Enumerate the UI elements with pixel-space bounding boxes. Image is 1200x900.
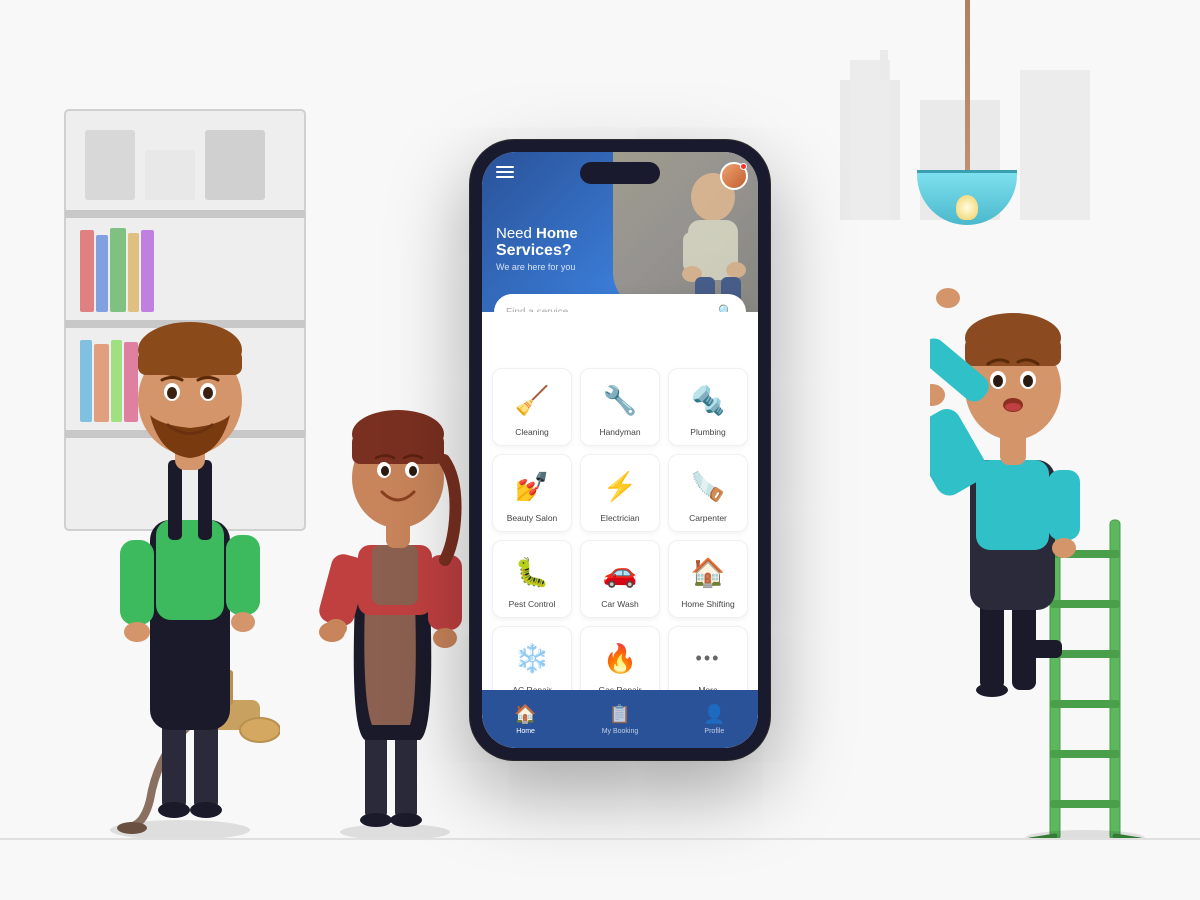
plumbing-icon: 🔩 bbox=[687, 379, 729, 421]
beauty-label: Beauty Salon bbox=[507, 513, 558, 523]
service-card-cleaning[interactable]: 🧹 Cleaning bbox=[492, 368, 572, 446]
plumbing-label: Plumbing bbox=[690, 427, 725, 437]
menu-bar-2 bbox=[496, 171, 514, 173]
search-bar[interactable]: Find a service 🔍 bbox=[494, 294, 746, 312]
service-card-shifting[interactable]: 🏠 Home Shifting bbox=[668, 540, 748, 618]
carwash-label: Car Wash bbox=[601, 599, 638, 609]
cleaning-icon: 🧹 bbox=[511, 379, 553, 421]
electrician-label: Electrician bbox=[600, 513, 639, 523]
pest-icon: 🐛 bbox=[511, 551, 553, 593]
service-card-carpenter[interactable]: 🪚 Carpenter bbox=[668, 454, 748, 532]
notification-dot bbox=[740, 163, 747, 170]
dynamic-island bbox=[580, 162, 660, 184]
nav-profile[interactable]: 👤 Profile bbox=[703, 704, 725, 735]
home-nav-icon: 🏠 bbox=[514, 704, 536, 725]
gas-icon: 🔥 bbox=[599, 637, 641, 679]
header-title: Need Home Services? We are here for you bbox=[496, 225, 578, 272]
home-nav-label: Home bbox=[516, 728, 535, 735]
app-body: 🧹 Cleaning 🔧 Handyman 🔩 Plumbing bbox=[482, 330, 758, 748]
nav-home[interactable]: 🏠 Home bbox=[514, 704, 536, 735]
header-greeting: Need Home bbox=[496, 225, 578, 242]
ceiling-lamp-cord bbox=[965, 0, 970, 180]
carpenter-label: Carpenter bbox=[689, 513, 727, 523]
profile-nav-icon: 👤 bbox=[703, 704, 725, 725]
handyman-icon: 🔧 bbox=[599, 379, 641, 421]
booking-nav-label: My Booking bbox=[602, 728, 639, 735]
service-card-electrician[interactable]: ⚡ Electrician bbox=[580, 454, 660, 532]
header-title-services: Services? bbox=[496, 242, 578, 260]
profile-nav-label: Profile bbox=[704, 728, 724, 735]
menu-bar-3 bbox=[496, 176, 514, 178]
beauty-icon: 💅 bbox=[511, 465, 553, 507]
shifting-label: Home Shifting bbox=[681, 599, 734, 609]
carwash-icon: 🚗 bbox=[599, 551, 641, 593]
phone-mockup: Need Home Services? We are here for you … bbox=[470, 140, 770, 760]
handyman-label: Handyman bbox=[599, 427, 640, 437]
carpenter-icon: 🪚 bbox=[687, 465, 729, 507]
lamp-bulb bbox=[956, 195, 978, 220]
user-avatar[interactable] bbox=[720, 162, 748, 190]
search-placeholder: Find a service bbox=[506, 307, 712, 313]
menu-bar-1 bbox=[496, 166, 514, 168]
services-grid: 🧹 Cleaning 🔧 Handyman 🔩 Plumbing bbox=[492, 368, 748, 704]
service-card-carwash[interactable]: 🚗 Car Wash bbox=[580, 540, 660, 618]
character-man-vacuum bbox=[80, 280, 280, 840]
character-electrician-ladder bbox=[930, 240, 1150, 840]
phone-screen: Need Home Services? We are here for you … bbox=[482, 152, 758, 748]
service-card-beauty[interactable]: 💅 Beauty Salon bbox=[492, 454, 572, 532]
bottom-navigation: 🏠 Home 📋 My Booking 👤 Profile bbox=[482, 690, 758, 748]
pest-label: Pest Control bbox=[509, 599, 556, 609]
service-card-plumbing[interactable]: 🔩 Plumbing bbox=[668, 368, 748, 446]
menu-icon[interactable] bbox=[496, 166, 514, 178]
electrician-icon: ⚡ bbox=[599, 465, 641, 507]
nav-booking[interactable]: 📋 My Booking bbox=[602, 704, 639, 735]
phone-frame: Need Home Services? We are here for you … bbox=[470, 140, 770, 760]
header-subtitle: We are here for you bbox=[496, 262, 578, 272]
floor-line bbox=[0, 838, 1200, 840]
cleaning-label: Cleaning bbox=[515, 427, 549, 437]
booking-nav-icon: 📋 bbox=[609, 704, 631, 725]
service-card-handyman[interactable]: 🔧 Handyman bbox=[580, 368, 660, 446]
character-woman bbox=[310, 360, 480, 840]
service-card-pest[interactable]: 🐛 Pest Control bbox=[492, 540, 572, 618]
search-icon: 🔍 bbox=[718, 304, 734, 312]
ac-icon: ❄️ bbox=[511, 637, 553, 679]
more-icon: ••• bbox=[687, 637, 729, 679]
shifting-icon: 🏠 bbox=[687, 551, 729, 593]
app-content: Need Home Services? We are here for you … bbox=[482, 152, 758, 748]
